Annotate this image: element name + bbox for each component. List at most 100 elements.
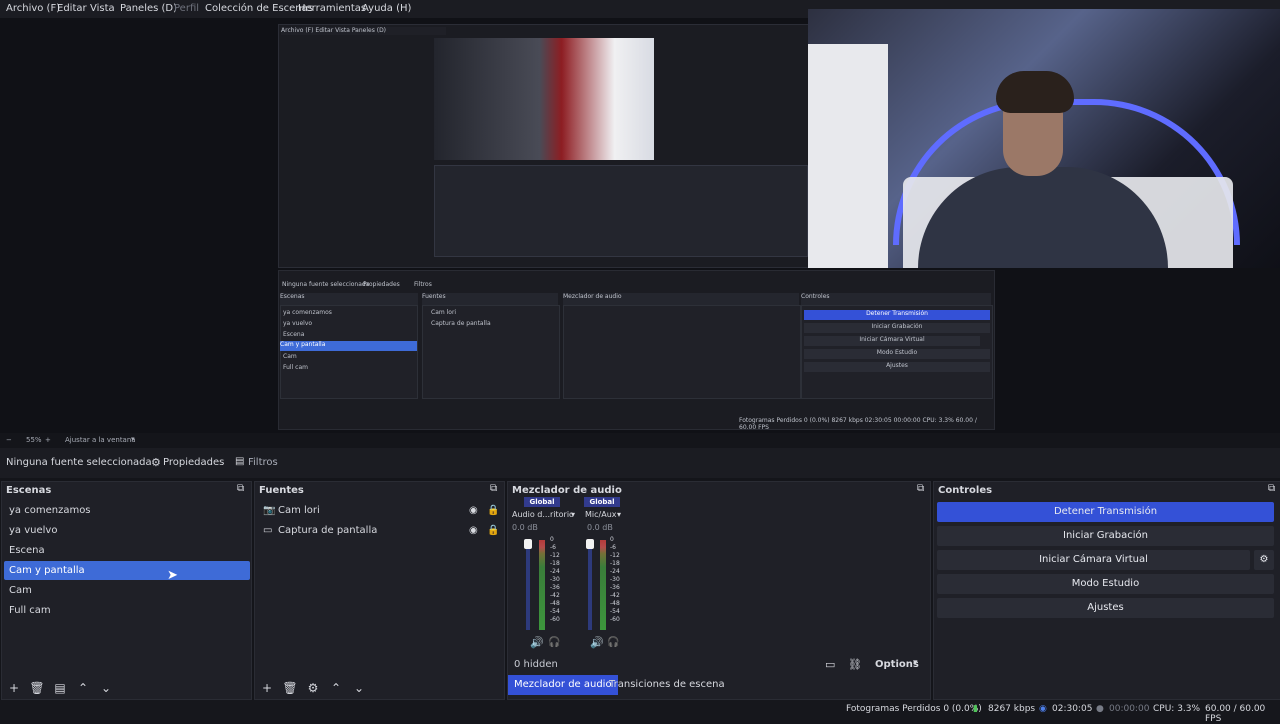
studio-mode-button[interactable]: Modo Estudio (937, 574, 1274, 594)
move-down-icon[interactable]: ⌄ (351, 680, 367, 696)
settings-source-icon[interactable]: ⚙ (305, 680, 321, 696)
move-up-icon[interactable]: ⌃ (328, 680, 344, 696)
scene-item[interactable]: Full cam (4, 601, 250, 620)
headphones-icon[interactable]: 🎧 (548, 637, 560, 648)
lock-icon[interactable]: 🔒 (487, 501, 499, 520)
channel-name[interactable]: Audio d...ritorio (512, 510, 574, 519)
menu-coleccion-escenas[interactable]: Colección de Escenas (205, 3, 313, 14)
properties-label: Propiedades (163, 457, 225, 468)
popout-icon[interactable]: ⧉ (237, 483, 244, 494)
gear-icon[interactable]: ⚙ (1254, 550, 1274, 570)
channel-dropdown-icon[interactable]: ▾ (571, 510, 575, 519)
tab-scene-transitions[interactable]: Transiciones de escena (603, 675, 731, 695)
filter-icon: ▤ (235, 456, 245, 467)
fps: 60.00 / 60.00 FPS (1205, 704, 1266, 724)
db-tick: -12 (550, 552, 560, 559)
scene-toolbar: + 🗑 ▤ ⌃ ⌄ (6, 680, 114, 696)
db-tick: -24 (610, 568, 620, 575)
scene-item[interactable]: Cam (4, 581, 250, 600)
move-down-icon[interactable]: ⌄ (98, 680, 114, 696)
chevron-down-icon[interactable]: ▾ (913, 658, 918, 668)
move-up-icon[interactable]: ⌃ (75, 680, 91, 696)
volume-handle[interactable] (586, 539, 594, 549)
speaker-icon[interactable]: 🔊 (590, 636, 604, 649)
scene-item-selected[interactable]: Cam y pantalla (4, 561, 250, 580)
menu-paneles[interactable]: Paneles (D) (120, 3, 177, 14)
speaker-icon[interactable]: 🔊 (530, 636, 544, 649)
global-badge: Global (584, 497, 620, 507)
eye-icon[interactable]: ◉ (469, 521, 478, 540)
source-toolbar: + 🗑 ⚙ ⌃ ⌄ (259, 680, 367, 696)
popout-icon[interactable]: ⧉ (917, 483, 924, 494)
scene-item[interactable]: ya comenzamos (4, 501, 250, 520)
settings-button[interactable]: Ajustes (937, 598, 1274, 618)
small-control-studio: Modo Estudio (804, 349, 990, 359)
small-scene-ya-comenzamos: ya comenzamos (283, 309, 332, 316)
add-scene-icon[interactable]: + (6, 680, 22, 696)
popout-icon[interactable]: ⧉ (1268, 483, 1275, 494)
small-source-cam-lori: Cam lori (431, 309, 457, 316)
db-tick: -36 (550, 584, 560, 591)
scenes-title: Escenas (6, 485, 52, 496)
small-filters-button: Filtros (414, 281, 432, 288)
tab-audio-mixer[interactable]: Mezclador de audio (508, 675, 618, 695)
db-tick: -18 (550, 560, 560, 567)
zoom-value[interactable]: 55% (26, 436, 42, 444)
scene-item[interactable]: Escena (4, 541, 250, 560)
source-item-captura[interactable]: ▭ Captura de pantalla ◉ 🔒 (257, 521, 503, 540)
channel-dropdown-icon[interactable]: ▾ (617, 510, 621, 519)
popout-icon[interactable]: ⧉ (490, 483, 497, 494)
small-properties-button: Propiedades (363, 281, 400, 288)
scenes-dock: Escenas ⧉ ya comenzamos ya vuelvo Escena… (1, 481, 252, 700)
volume-slider[interactable] (588, 540, 592, 630)
start-recording-button[interactable]: Iniciar Grabación (937, 526, 1274, 546)
chevron-down-icon[interactable]: ▾ (131, 435, 135, 443)
menu-perfil[interactable]: Perfil (174, 3, 199, 14)
nested-menu-editar: Editar (315, 27, 334, 34)
headphones-icon[interactable]: 🎧 (607, 637, 619, 648)
db-tick: -36 (610, 584, 620, 591)
volume-handle[interactable] (524, 539, 532, 549)
hide-mixer-icon[interactable]: ▭ (825, 658, 835, 671)
filters-button[interactable]: ▤ Filtros (230, 454, 288, 472)
zoom-minus-icon[interactable]: − (6, 436, 12, 444)
db-tick: -60 (550, 616, 560, 623)
audio-meter (539, 540, 545, 630)
selected-source-label: Ninguna fuente seleccionada (6, 457, 152, 468)
properties-button[interactable]: ⚙ Propiedades (146, 454, 224, 472)
small-scene-ya-vuelvo: ya vuelvo (283, 320, 313, 327)
db-tick: -48 (550, 600, 560, 607)
delete-source-icon[interactable]: 🗑 (282, 680, 298, 696)
nested-menu-vista: Vista (335, 27, 350, 34)
volume-slider[interactable] (526, 540, 530, 630)
small-control-settings: Ajustes (804, 362, 990, 372)
filter-scene-icon[interactable]: ▤ (52, 680, 68, 696)
nested-dock-area (434, 165, 808, 257)
fit-window-select[interactable]: Ajustar a la ventana (65, 436, 136, 444)
small-scene-cam: Cam (283, 353, 297, 360)
mouse-cursor-icon: ➤ (167, 568, 178, 583)
source-name: Cam lori (278, 505, 320, 516)
menu-editar[interactable]: Editar (57, 3, 87, 14)
menu-archivo[interactable]: Archivo (F) (6, 3, 60, 14)
db-tick: -42 (610, 592, 620, 599)
stop-stream-button[interactable]: Detener Transmisión (937, 502, 1274, 522)
zoom-plus-icon[interactable]: + (45, 436, 51, 444)
link-icon[interactable]: ⛓ (848, 658, 862, 671)
scene-item[interactable]: ya vuelvo (4, 521, 250, 540)
eye-icon[interactable]: ◉ (469, 501, 478, 520)
small-controls-title: Controles (801, 293, 991, 305)
channel-name[interactable]: Mic/Aux (585, 510, 617, 519)
start-virtual-camera-button[interactable]: Iniciar Cámara Virtual (937, 550, 1250, 570)
menu-ayuda[interactable]: Ayuda (H) (362, 3, 411, 14)
menu-herramientas[interactable]: Herramientas (298, 3, 366, 14)
lock-icon[interactable]: 🔒 (487, 521, 499, 540)
delete-scene-icon[interactable]: 🗑 (29, 680, 45, 696)
add-source-icon[interactable]: + (259, 680, 275, 696)
small-status: Fotogramas Perdidos 0 (0.0%) 8267 kbps 0… (739, 417, 977, 431)
db-tick: -48 (610, 600, 620, 607)
source-item-cam-lori[interactable]: 📷 Cam lori ◉ 🔒 (257, 501, 503, 520)
menu-vista[interactable]: Vista (90, 3, 115, 14)
db-tick: -54 (610, 608, 620, 615)
bitrate: 8267 kbps (988, 704, 1036, 714)
